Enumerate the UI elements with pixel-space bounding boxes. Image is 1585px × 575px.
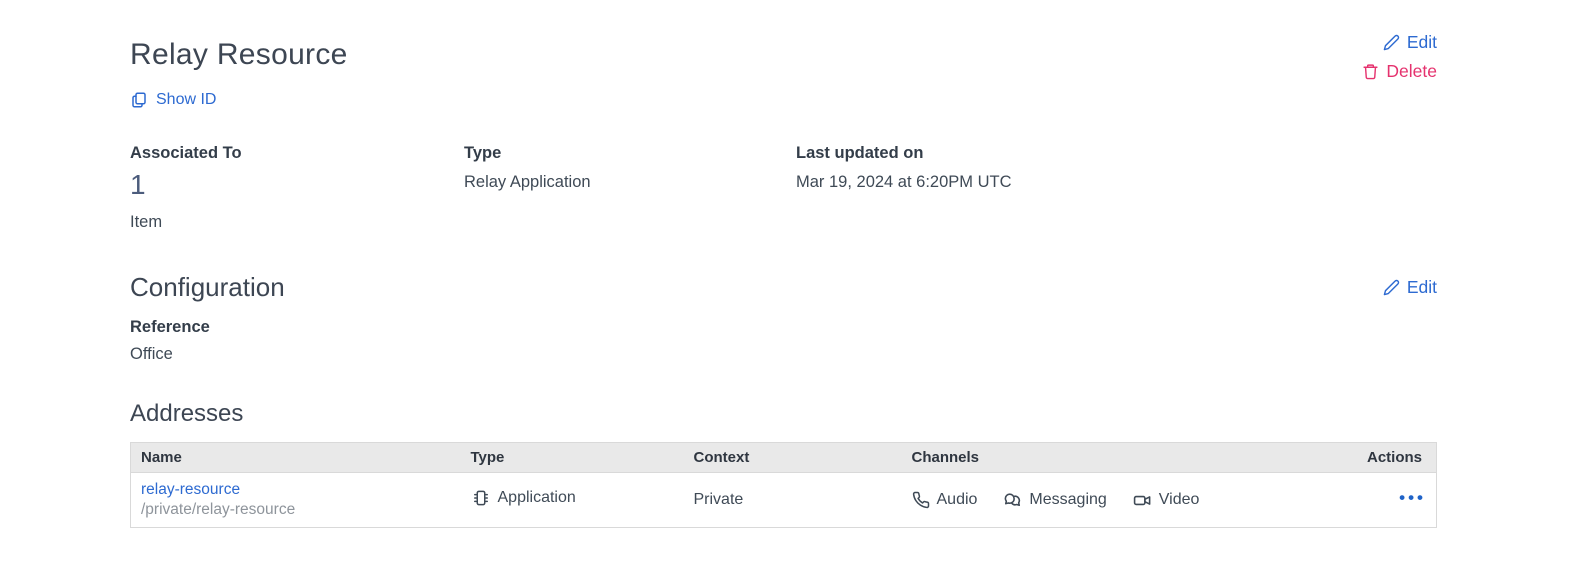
column-header-context: Context (684, 443, 902, 473)
page-content: Relay Resource Show ID Edit (130, 0, 1437, 528)
channel-video: Video (1133, 491, 1200, 510)
header-actions: Edit Delete (1362, 28, 1437, 82)
page-title: Relay Resource (130, 38, 348, 72)
channel-audio: Audio (912, 491, 978, 509)
channel-audio-label: Audio (937, 491, 978, 509)
edit-configuration-label: Edit (1407, 277, 1437, 298)
configuration-header: Configuration Edit (130, 272, 1437, 303)
associated-unit: Item (130, 213, 464, 232)
trash-icon (1362, 63, 1379, 80)
channel-messaging-label: Messaging (1029, 491, 1106, 509)
more-actions-button[interactable]: ••• (1399, 485, 1426, 516)
address-name-link[interactable]: relay-resource (141, 481, 240, 499)
column-header-type: Type (461, 443, 684, 473)
ellipsis-icon: ••• (1399, 488, 1426, 507)
address-path: /private/relay-resource (141, 501, 451, 519)
show-id-label: Show ID (156, 91, 216, 109)
context-cell: Private (684, 473, 902, 528)
pencil-icon (1383, 279, 1400, 296)
addresses-section: Addresses Name Type Context Channels Act… (130, 400, 1437, 528)
addresses-table: Name Type Context Channels Actions relay… (130, 442, 1437, 528)
actions-cell: ••• (1347, 473, 1437, 528)
reference-value: Office (130, 345, 1437, 364)
edit-resource-label: Edit (1407, 32, 1437, 53)
channels-cell: Audio Messaging (902, 473, 1347, 528)
reference-label: Reference (130, 318, 1437, 337)
meta-value: Relay Application (464, 173, 796, 192)
delete-resource-label: Delete (1386, 61, 1437, 82)
configuration-title: Configuration (130, 272, 285, 303)
associated-count: 1 (130, 169, 464, 201)
meta-last-updated: Last updated on Mar 19, 2024 at 6:20PM U… (796, 144, 1012, 232)
meta-type: Type Relay Application (464, 144, 796, 232)
address-type-label: Application (498, 489, 576, 507)
edit-configuration-link[interactable]: Edit (1383, 277, 1437, 298)
meta-label: Associated To (130, 144, 464, 163)
meta-associated-to: Associated To 1 Item (130, 144, 464, 232)
pencil-icon (1383, 34, 1400, 51)
phone-icon (912, 491, 930, 509)
name-cell: relay-resource /private/relay-resource (131, 473, 461, 528)
meta-label: Last updated on (796, 144, 1012, 163)
meta-row: Associated To 1 Item Type Relay Applicat… (130, 144, 1437, 232)
type-cell: Application (461, 473, 684, 528)
meta-value: Mar 19, 2024 at 6:20PM UTC (796, 173, 1012, 192)
copy-icon (130, 91, 148, 109)
table-row: relay-resource /private/relay-resource (131, 473, 1437, 528)
page-header: Relay Resource Show ID Edit (130, 28, 1437, 114)
channel-video-label: Video (1159, 491, 1200, 509)
edit-resource-link[interactable]: Edit (1383, 32, 1437, 53)
column-header-actions: Actions (1347, 443, 1437, 473)
messaging-icon (1003, 491, 1022, 510)
video-camera-icon (1133, 491, 1152, 510)
show-id-button[interactable]: Show ID (130, 91, 216, 109)
meta-label: Type (464, 144, 796, 163)
column-header-channels: Channels (902, 443, 1347, 473)
channel-messaging: Messaging (1003, 491, 1106, 510)
application-icon (471, 488, 491, 508)
configuration-section: Configuration Edit Reference Office (130, 272, 1437, 364)
column-header-name: Name (131, 443, 461, 473)
title-block: Relay Resource Show ID (130, 28, 348, 114)
table-header-row: Name Type Context Channels Actions (131, 443, 1437, 473)
addresses-title: Addresses (130, 400, 1437, 428)
delete-resource-link[interactable]: Delete (1362, 61, 1437, 82)
